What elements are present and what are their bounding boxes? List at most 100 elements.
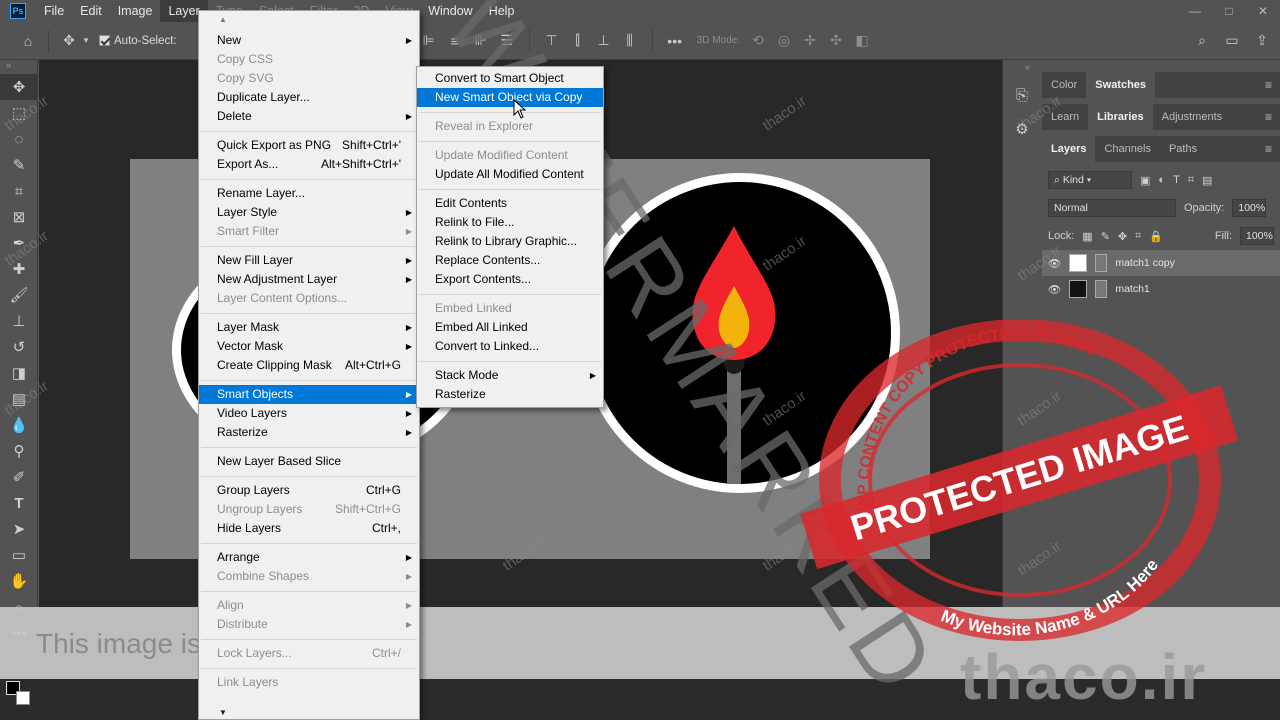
close-button[interactable]: ✕ — [1246, 0, 1280, 22]
submenu-item-embed-all-linked[interactable]: Embed All Linked — [417, 318, 603, 337]
auto-select-checkbox[interactable]: Auto-Select: — [99, 35, 177, 47]
tab-swatches[interactable]: Swatches — [1086, 72, 1156, 98]
menu-item-hide-layers[interactable]: Hide Layers Ctrl+, — [199, 519, 419, 538]
menu-item-duplicate-layer[interactable]: Duplicate Layer... — [199, 88, 419, 107]
3d-scale-icon[interactable]: ◧ — [850, 29, 874, 53]
filter-image-icon[interactable]: ▣ — [1140, 174, 1150, 187]
kind-filter-select[interactable]: ⌕ Kind ▾ — [1048, 171, 1132, 189]
lock-all-icon[interactable]: 🔒 — [1149, 230, 1163, 243]
menu-item-smart-objects[interactable]: Smart Objects ▶ — [199, 385, 419, 404]
tab-libraries[interactable]: Libraries — [1088, 104, 1153, 130]
panel-menu-icon[interactable]: ≡ — [1257, 136, 1280, 162]
panel-menu-icon[interactable]: ≡ — [1257, 72, 1280, 98]
opacity-input[interactable]: 100% — [1232, 199, 1267, 217]
menu-item-new-adjustment-layer[interactable]: New Adjustment Layer ▶ — [199, 270, 419, 289]
clone-stamp-icon[interactable]: ⊥ — [0, 308, 38, 334]
submenu-item-update-modified-content[interactable]: Update Modified Content — [417, 146, 603, 165]
collapse-icon[interactable]: » — [0, 60, 37, 74]
3d-orbit-icon[interactable]: ⟲ — [746, 29, 770, 53]
distribute-icon[interactable]: ⫼ — [618, 29, 642, 53]
home-icon[interactable]: ⌂ — [16, 29, 40, 53]
lasso-tool-icon[interactable]: ◌ — [0, 126, 38, 152]
menu-file[interactable]: File — [36, 0, 72, 22]
brush-tool-icon[interactable]: 🖌 — [0, 282, 38, 308]
submenu-item-embed-linked[interactable]: Embed Linked — [417, 299, 603, 318]
more-options-icon[interactable]: ••• — [663, 29, 687, 53]
submenu-item-edit-contents[interactable]: Edit Contents — [417, 194, 603, 213]
menu-item-layer-content-options[interactable]: Layer Content Options... — [199, 289, 419, 308]
menu-item-layer-mask[interactable]: Layer Mask ▶ — [199, 318, 419, 337]
menu-item-rename-layer[interactable]: Rename Layer... — [199, 184, 419, 203]
align-bottom-icon[interactable]: ⊥ — [592, 29, 616, 53]
menu-item-copy-css[interactable]: Copy CSS — [199, 50, 419, 69]
submenu-item-stack-mode[interactable]: Stack Mode ▶ — [417, 366, 603, 385]
menu-item-vector-mask[interactable]: Vector Mask ▶ — [199, 337, 419, 356]
filter-smart-icon[interactable]: ▤ — [1202, 174, 1212, 187]
filter-adjust-icon[interactable]: ◐ — [1158, 174, 1165, 186]
submenu-item-rasterize[interactable]: Rasterize — [417, 385, 603, 404]
hand-tool-icon[interactable]: ✋ — [0, 568, 38, 594]
menu-item-new[interactable]: New ▶ — [199, 31, 419, 50]
menu-item-distribute[interactable]: Distribute ▶ — [199, 615, 419, 634]
filter-type-icon[interactable]: T — [1173, 174, 1180, 186]
menu-item-new-fill-layer[interactable]: New Fill Layer ▶ — [199, 251, 419, 270]
menu-item-lock-layers[interactable]: Lock Layers... Ctrl+/ — [199, 644, 419, 663]
pen-tool-icon[interactable]: ✐ — [0, 464, 38, 490]
menu-item-create-clipping-mask[interactable]: Create Clipping Mask Alt+Ctrl+G — [199, 356, 419, 375]
menu-item-layer-style[interactable]: Layer Style ▶ — [199, 203, 419, 222]
fill-input[interactable]: 100% — [1240, 227, 1274, 245]
menu-scroll-down-icon[interactable]: ▼ — [219, 708, 399, 717]
history-brush-icon[interactable]: ↺ — [0, 334, 38, 360]
eraser-tool-icon[interactable]: ◨ — [0, 360, 38, 386]
submenu-item-replace-contents[interactable]: Replace Contents... — [417, 251, 603, 270]
menu-item-combine-shapes[interactable]: Combine Shapes ▶ — [199, 567, 419, 586]
background-color-swatch[interactable] — [16, 691, 30, 705]
menu-item-align[interactable]: Align ▶ — [199, 596, 419, 615]
lock-pixels-icon[interactable]: ▦ — [1082, 230, 1092, 243]
lock-paint-icon[interactable]: ✎ — [1101, 230, 1110, 243]
eye-icon[interactable]: 👁 — [1048, 283, 1061, 296]
menu-item-quick-export-as-png[interactable]: Quick Export as PNG Shift+Ctrl+' — [199, 136, 419, 155]
menu-edit[interactable]: Edit — [72, 0, 110, 22]
chevron-down-icon[interactable]: ▾ — [81, 29, 91, 53]
submenu-item-new-smart-object-via-copy[interactable]: New Smart Object via Copy — [417, 88, 603, 107]
tab-channels[interactable]: Channels — [1095, 136, 1159, 162]
blend-mode-select[interactable]: Normal — [1048, 199, 1176, 217]
menu-item-delete[interactable]: Delete ▶ — [199, 107, 419, 126]
layer-row-match1[interactable]: 👁 match1 — [1042, 276, 1280, 302]
share-icon[interactable]: ⇪ — [1250, 29, 1274, 53]
submenu-item-relink-to-file[interactable]: Relink to File... — [417, 213, 603, 232]
blur-tool-icon[interactable]: 💧 — [0, 412, 38, 438]
submenu-item-reveal-in-explorer[interactable]: Reveal in Explorer — [417, 117, 603, 136]
menu-scroll-up-icon[interactable]: ▲ — [219, 15, 227, 24]
menu-image[interactable]: Image — [110, 0, 161, 22]
move-tool-icon[interactable]: ✥ — [0, 74, 38, 100]
panel-menu-icon[interactable]: ≡ — [1257, 104, 1280, 130]
submenu-item-convert-to-smart-object[interactable]: Convert to Smart Object — [417, 69, 603, 88]
minimize-button[interactable]: — — [1178, 0, 1212, 22]
align-middle-icon[interactable]: ⫿ — [566, 29, 590, 53]
tab-adjustments[interactable]: Adjustments — [1153, 104, 1232, 130]
lock-artboard-icon[interactable]: ⌗ — [1135, 230, 1141, 243]
menu-item-copy-svg[interactable]: Copy SVG — [199, 69, 419, 88]
submenu-item-relink-to-library-graphic[interactable]: Relink to Library Graphic... — [417, 232, 603, 251]
submenu-item-export-contents[interactable]: Export Contents... — [417, 270, 603, 289]
menu-item-arrange[interactable]: Arrange ▶ — [199, 548, 419, 567]
menu-item-rasterize[interactable]: Rasterize ▶ — [199, 423, 419, 442]
history-panel-icon[interactable]: ⎘ — [1003, 82, 1041, 108]
path-select-icon[interactable]: ➤ — [0, 516, 38, 542]
menu-item-link-layers[interactable]: Link Layers — [199, 673, 419, 692]
menu-item-export-as[interactable]: Export As... Alt+Shift+Ctrl+' — [199, 155, 419, 174]
type-tool-icon[interactable]: T — [0, 490, 38, 516]
tab-paths[interactable]: Paths — [1160, 136, 1206, 162]
quick-select-tool-icon[interactable]: ✎ — [0, 152, 38, 178]
move-tool-icon[interactable]: ✥ — [57, 29, 81, 53]
menu-item-ungroup-layers[interactable]: Ungroup Layers Shift+Ctrl+G — [199, 500, 419, 519]
filter-shape-icon[interactable]: ⌗ — [1188, 174, 1194, 187]
tab-layers[interactable]: Layers — [1042, 136, 1096, 162]
submenu-item-convert-to-linked[interactable]: Convert to Linked... — [417, 337, 603, 356]
submenu-item-update-all-modified-content[interactable]: Update All Modified Content — [417, 165, 603, 184]
maximize-button[interactable]: □ — [1212, 0, 1246, 22]
lock-position-icon[interactable]: ✥ — [1118, 230, 1127, 243]
3d-roll-icon[interactable]: ◎ — [772, 29, 796, 53]
